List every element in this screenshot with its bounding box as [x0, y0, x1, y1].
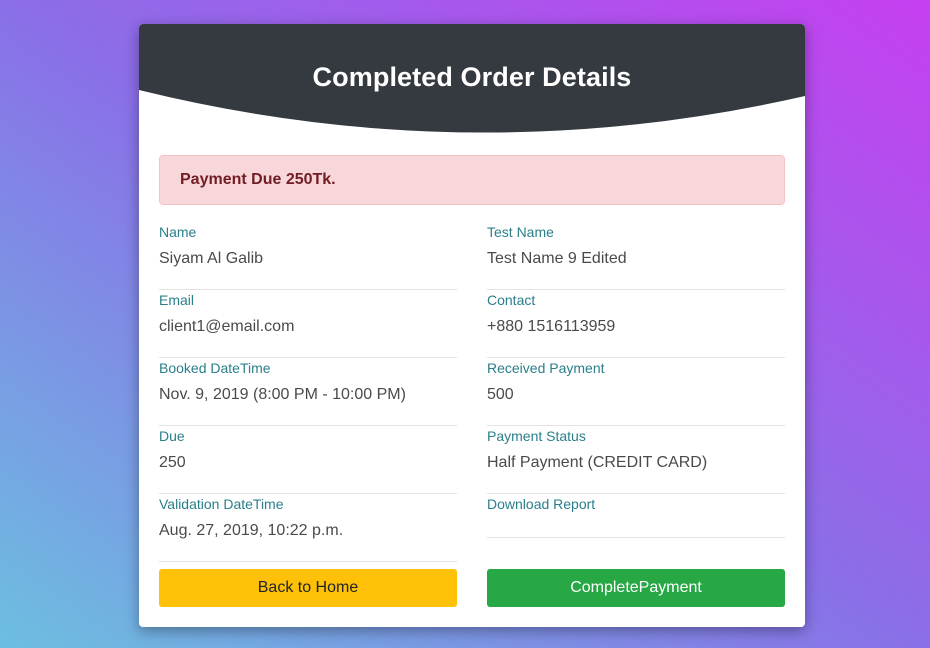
- field-email: Email client1@email.com: [159, 290, 457, 358]
- payment-due-alert: Payment Due 250Tk.: [159, 155, 785, 205]
- field-name: Name Siyam Al Galib: [159, 222, 457, 290]
- field-contact: Contact +880 1516113959: [487, 290, 785, 358]
- complete-payment-button[interactable]: CompletePayment: [487, 569, 785, 607]
- field-validation-datetime: Validation DateTime Aug. 27, 2019, 10:22…: [159, 494, 457, 562]
- field-label: Validation DateTime: [159, 496, 284, 512]
- field-due: Due 250: [159, 426, 457, 494]
- field-value: 250: [159, 454, 186, 471]
- field-label: Received Payment: [487, 360, 605, 376]
- field-label: Due: [159, 428, 185, 444]
- field-label: Test Name: [487, 224, 554, 240]
- field-value: Siyam Al Galib: [159, 250, 264, 267]
- page-title: Completed Order Details: [312, 62, 632, 92]
- field-label: Booked DateTime: [159, 360, 271, 376]
- field-download-report: Download Report: [487, 494, 785, 538]
- details-left-column: Name Siyam Al Galib Email client1@email.…: [159, 222, 457, 562]
- field-value: 500: [487, 386, 514, 403]
- field-label: Contact: [487, 292, 536, 308]
- field-label: Payment Status: [487, 428, 586, 444]
- field-payment-status: Payment Status Half Payment (CREDIT CARD…: [487, 426, 785, 494]
- field-label: Name: [159, 224, 197, 240]
- back-to-home-button[interactable]: Back to Home: [159, 569, 457, 607]
- field-booked-datetime: Booked DateTime Nov. 9, 2019 (8:00 PM - …: [159, 358, 457, 426]
- field-value: Nov. 9, 2019 (8:00 PM - 10:00 PM): [159, 386, 406, 403]
- field-test-name: Test Name Test Name 9 Edited: [487, 222, 785, 290]
- field-value: Test Name 9 Edited: [487, 250, 627, 267]
- field-received-payment: Received Payment 500: [487, 358, 785, 426]
- field-value: Half Payment (CREDIT CARD): [487, 454, 708, 471]
- download-report-link[interactable]: Download Report: [487, 496, 595, 512]
- details-right-column: Test Name Test Name 9 Edited Contact +88…: [487, 222, 785, 538]
- field-value: +880 1516113959: [487, 318, 616, 335]
- field-value: client1@email.com: [159, 318, 295, 335]
- field-label: Email: [159, 292, 195, 308]
- card-header: Completed Order Details: [139, 24, 805, 134]
- order-details-card: Completed Order Details Payment Due 250T…: [139, 24, 805, 627]
- field-value: Aug. 27, 2019, 10:22 p.m.: [159, 522, 344, 539]
